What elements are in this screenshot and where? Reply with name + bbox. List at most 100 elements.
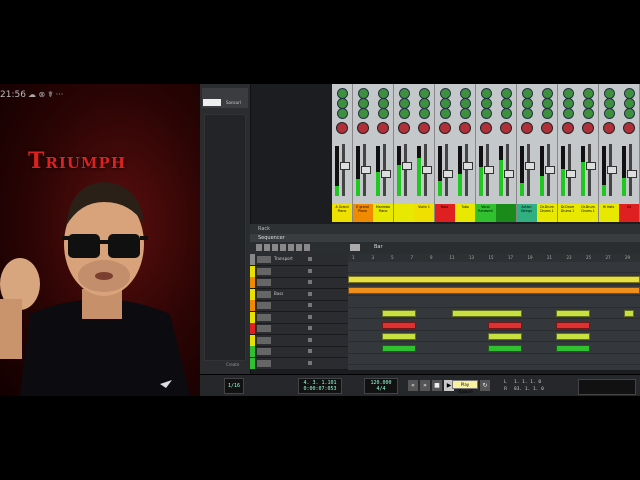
fader-cap[interactable] xyxy=(422,166,432,174)
channel-name[interactable]: Bass xyxy=(434,204,455,222)
sequencer-clip[interactable] xyxy=(556,321,590,329)
volume-fader[interactable] xyxy=(526,144,530,196)
mute-button[interactable] xyxy=(308,303,312,307)
fader-cap[interactable] xyxy=(586,162,596,170)
sequencer-clip[interactable] xyxy=(348,275,640,283)
pan-knob[interactable] xyxy=(582,122,594,134)
mute-button[interactable] xyxy=(308,326,312,330)
sequencer-clip[interactable] xyxy=(382,344,416,352)
sequencer-clip[interactable] xyxy=(624,310,634,317)
mute-button[interactable] xyxy=(308,280,312,284)
pan-knob[interactable] xyxy=(500,122,512,134)
pan-knob[interactable] xyxy=(623,122,635,134)
channel-name[interactable]: Action Strings xyxy=(516,204,537,222)
channel-name[interactable]: Dr.Drum Drums 1 xyxy=(557,204,578,222)
loop-left-value[interactable]: 1. 1. 1. 0 xyxy=(514,380,541,385)
position-display[interactable]: 4. 3. 1.101 0:00:07:053 xyxy=(298,378,342,394)
timeline-ruler[interactable]: 1 3 5 7 9 11 13 15 17 19 21 23 25 27 29 xyxy=(348,254,640,262)
channel-name[interactable]: A Grand Piano xyxy=(332,204,352,222)
mute-button[interactable] xyxy=(308,257,312,261)
channel-name[interactable] xyxy=(496,204,516,222)
loop-button[interactable]: ↻ xyxy=(480,380,490,391)
eq-knob[interactable] xyxy=(603,108,615,119)
channel-name[interactable]: Kit xyxy=(619,204,639,222)
channel-name[interactable]: Violin 1 xyxy=(414,204,434,222)
sequencer-clip[interactable] xyxy=(382,310,416,317)
quantize-box[interactable]: 1/16 xyxy=(224,378,244,394)
snap-value[interactable]: Bar xyxy=(374,244,383,250)
browser-list[interactable] xyxy=(204,114,246,361)
sequencer-clip[interactable] xyxy=(382,321,416,329)
track-row[interactable] xyxy=(250,346,348,358)
fader-cap[interactable] xyxy=(463,162,473,170)
eq-knob[interactable] xyxy=(583,108,594,119)
mute-button[interactable] xyxy=(308,268,312,273)
channel-name[interactable] xyxy=(393,204,414,222)
channel-name[interactable]: Hi Hats xyxy=(598,204,619,222)
mute-button[interactable] xyxy=(308,314,312,319)
sequencer-clip[interactable] xyxy=(488,321,522,329)
sequencer-clip[interactable] xyxy=(556,333,590,340)
pan-knob[interactable] xyxy=(418,122,430,134)
sequencer-clip[interactable] xyxy=(556,310,590,317)
tab-sequencer[interactable]: Sequencer xyxy=(250,234,640,242)
channel-name[interactable]: Vocal Yumesmil xyxy=(475,204,496,222)
pan-knob[interactable] xyxy=(377,122,389,134)
fader-cap[interactable] xyxy=(483,166,494,174)
eq-knob[interactable] xyxy=(521,108,533,119)
loop-right-value[interactable]: 83. 1. 1. 0 xyxy=(514,387,544,392)
razor-tool-icon[interactable] xyxy=(280,244,286,251)
snap-toggle[interactable] xyxy=(350,244,360,251)
fader-cap[interactable] xyxy=(627,170,637,178)
channel-name[interactable]: E grand Piano xyxy=(352,204,373,222)
eq-knob[interactable] xyxy=(542,108,553,119)
fader-cap[interactable] xyxy=(524,162,535,170)
eq-knob[interactable] xyxy=(624,108,635,119)
track-row[interactable] xyxy=(250,323,348,335)
pencil-tool-icon[interactable] xyxy=(264,244,270,251)
pan-knob[interactable] xyxy=(397,122,410,134)
volume-fader[interactable] xyxy=(588,144,591,196)
pan-knob[interactable] xyxy=(336,122,348,134)
sequencer-clip[interactable] xyxy=(488,333,522,340)
eq-knob[interactable] xyxy=(337,108,348,119)
stop-button[interactable]: ■ xyxy=(432,380,442,391)
fader-cap[interactable] xyxy=(381,170,391,178)
mute-button[interactable] xyxy=(308,349,312,353)
pan-knob[interactable] xyxy=(561,122,574,134)
mute-button[interactable] xyxy=(308,360,312,365)
track-row[interactable] xyxy=(250,300,348,312)
eq-knob[interactable] xyxy=(480,108,492,119)
fader-cap[interactable] xyxy=(442,170,453,178)
fader-cap[interactable] xyxy=(340,162,350,170)
track-row[interactable] xyxy=(250,265,348,278)
track-row[interactable]: Transport xyxy=(250,254,348,266)
pan-knob[interactable] xyxy=(479,122,492,134)
eq-knob[interactable] xyxy=(439,108,451,119)
channel-name[interactable]: Tuba xyxy=(455,204,475,222)
pan-knob[interactable] xyxy=(520,122,533,134)
channel-name[interactable]: Dr.Drum Drums 1 xyxy=(537,204,557,222)
eq-knob[interactable] xyxy=(460,108,471,119)
fader-cap[interactable] xyxy=(360,166,371,174)
sequencer-clip[interactable] xyxy=(348,287,640,294)
hand-tool-icon[interactable] xyxy=(304,244,310,251)
eq-knob[interactable] xyxy=(501,108,512,119)
sequencer-clip[interactable] xyxy=(382,333,416,340)
mute-tool-icon[interactable] xyxy=(288,244,294,251)
eq-knob[interactable] xyxy=(357,108,369,119)
tempo-display[interactable]: 120.000 4/4 xyxy=(364,378,398,394)
pan-knob[interactable] xyxy=(602,122,615,134)
fader-cap[interactable] xyxy=(606,166,617,174)
track-row[interactable] xyxy=(250,334,348,347)
arrangement-area[interactable] xyxy=(348,262,640,377)
sequencer-clip[interactable] xyxy=(452,310,522,317)
sequencer-clip[interactable] xyxy=(488,344,522,352)
eq-knob[interactable] xyxy=(562,108,574,119)
volume-fader[interactable] xyxy=(403,144,407,196)
pan-knob[interactable] xyxy=(459,122,471,134)
channel-name[interactable]: Dr.Drum Drums 1 xyxy=(578,204,598,222)
rewind-button[interactable]: « xyxy=(408,380,418,391)
mute-button[interactable] xyxy=(308,291,312,296)
pan-knob[interactable] xyxy=(438,122,451,134)
